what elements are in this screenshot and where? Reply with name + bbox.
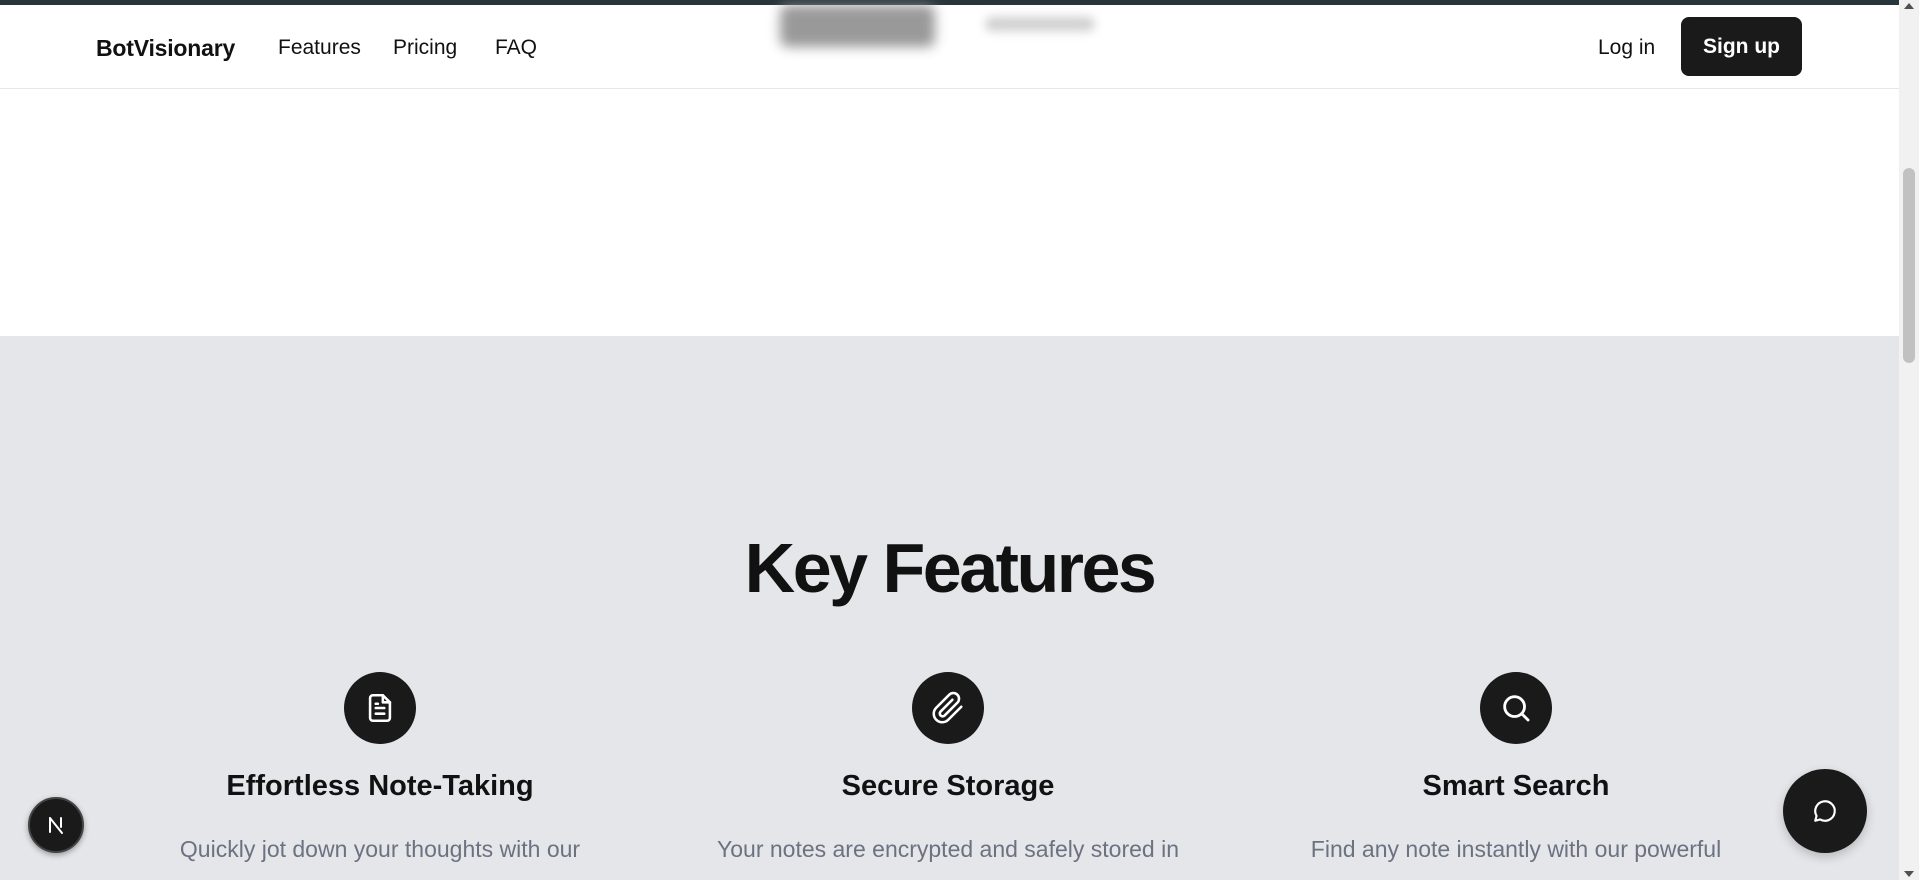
feature-description: Find any note instantly with our powerfu… [1310, 836, 1722, 862]
signup-button[interactable]: Sign up [1681, 17, 1802, 76]
features-section: Key Features Effortless Note-Taking Quic… [0, 336, 1899, 880]
chat-button[interactable] [1783, 769, 1867, 853]
feature-card: Effortless Note-Taking Quickly jot down … [120, 672, 640, 865]
login-link[interactable]: Log in [1598, 36, 1655, 60]
nextjs-logo-icon[interactable] [28, 797, 84, 853]
feature-title: Effortless Note-Taking [226, 770, 534, 802]
feature-card: Secure Storage Your notes are encrypted … [688, 672, 1208, 865]
navbar: BotVisionary Features Pricing FAQ Log in… [0, 5, 1899, 89]
feature-title: Secure Storage [841, 770, 1055, 802]
feature-description: Quickly jot down your thoughts with our [179, 836, 581, 862]
nav-link-features[interactable]: Features [278, 36, 361, 60]
blurred-image-placeholder [780, 5, 935, 47]
scroll-down-arrow-icon[interactable] [1904, 871, 1914, 877]
feature-card: Smart Search Find any note instantly wit… [1256, 672, 1776, 865]
search-icon [1480, 672, 1552, 744]
feature-title: Smart Search [1422, 770, 1610, 802]
feature-description: Your notes are encrypted and safely stor… [717, 836, 1179, 862]
nav-link-pricing[interactable]: Pricing [393, 36, 457, 60]
hero-bottom-area [0, 89, 1899, 336]
vertical-scrollbar[interactable] [1899, 0, 1919, 880]
nav-link-faq[interactable]: FAQ [495, 36, 537, 60]
section-title: Key Features [744, 529, 1157, 607]
page: BotVisionary Features Pricing FAQ Log in… [0, 0, 1919, 880]
paperclip-icon [912, 672, 984, 744]
blurred-text-placeholder [985, 17, 1095, 31]
brand-logo[interactable]: BotVisionary [96, 35, 235, 62]
scrollbar-thumb[interactable] [1903, 168, 1915, 363]
document-icon [344, 672, 416, 744]
scroll-up-arrow-icon[interactable] [1904, 3, 1914, 9]
chat-bubble-icon [1812, 798, 1838, 824]
